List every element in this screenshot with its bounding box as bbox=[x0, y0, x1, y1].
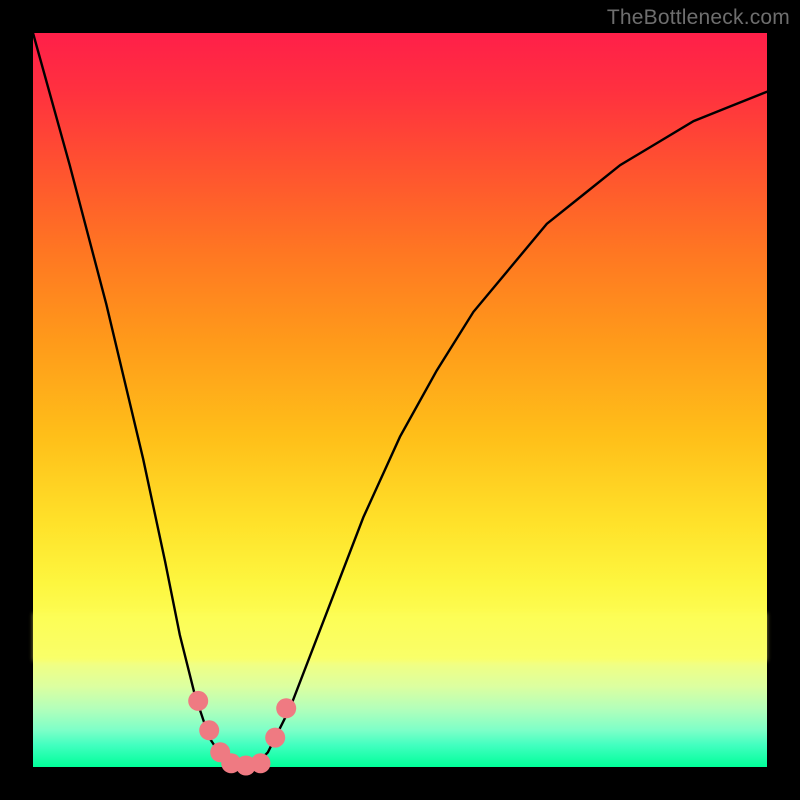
watermark-text: TheBottleneck.com bbox=[607, 6, 790, 30]
marker-dot bbox=[265, 728, 285, 748]
marker-dot bbox=[276, 698, 296, 718]
curve-markers bbox=[188, 691, 296, 776]
marker-dot bbox=[251, 753, 271, 773]
curve-line bbox=[33, 33, 767, 767]
bottleneck-chart bbox=[33, 33, 767, 767]
marker-dot bbox=[199, 720, 219, 740]
marker-dot bbox=[188, 691, 208, 711]
